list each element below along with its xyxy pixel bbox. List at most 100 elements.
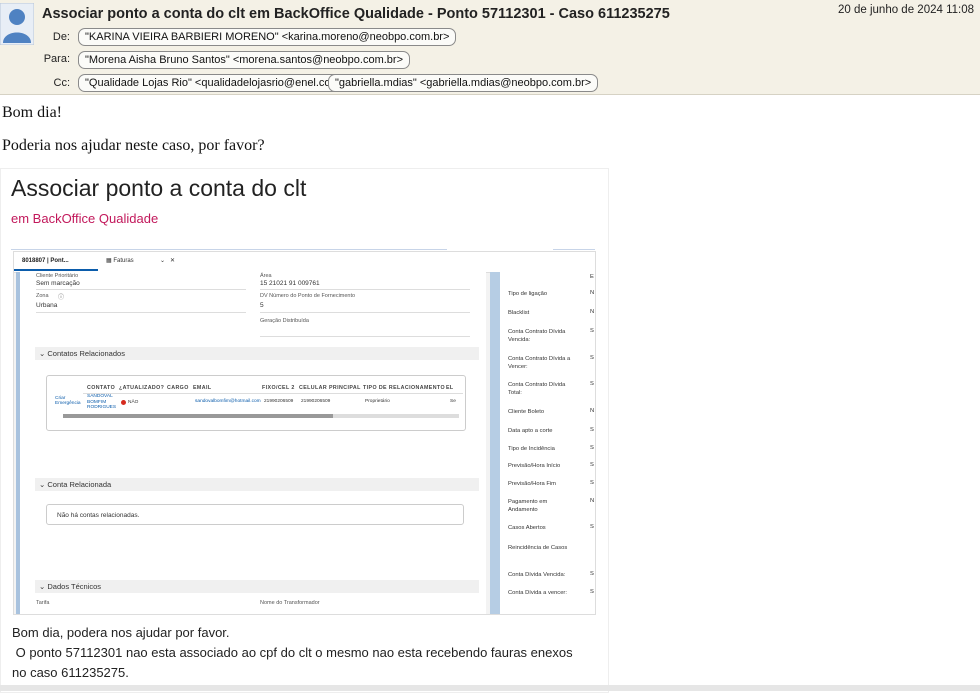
- field-label: Previsão/Hora Fim: [508, 481, 556, 487]
- field-value: S: [590, 381, 594, 387]
- field-value: 5: [260, 302, 264, 309]
- field-label: Tarifa: [36, 600, 50, 606]
- from-address[interactable]: "KARINA VIEIRA BARBIERI MORENO" <karina.…: [78, 28, 457, 46]
- field-value: N: [590, 498, 595, 504]
- updated-value: NÃO: [128, 400, 139, 405]
- divider: [36, 312, 246, 313]
- divider: [260, 312, 470, 313]
- greeting-text: Bom dia!: [2, 104, 62, 121]
- field-value: S: [590, 589, 594, 595]
- divider: [260, 289, 470, 290]
- close-icon[interactable]: ✕: [170, 252, 175, 271]
- no-accounts-message: Não há contas relacionadas.: [46, 504, 464, 525]
- chevron-down-icon: ⌄: [39, 349, 46, 358]
- column-header: TIPO DE RELACIONAMENTO: [363, 385, 445, 391]
- horizontal-scrollbar[interactable]: [63, 414, 459, 418]
- field-value: S: [590, 462, 594, 468]
- divider: [83, 393, 463, 394]
- contact-name-link[interactable]: SANDOVAL BOMFIM RODRIGUES: [87, 394, 121, 411]
- field-value: 15 21021 91 009761: [260, 280, 320, 287]
- info-icon[interactable]: ⓘ: [58, 292, 64, 301]
- from-label: De:: [52, 31, 70, 43]
- section-title: Contatos Relacionados: [47, 349, 125, 358]
- field-value: S: [590, 480, 594, 486]
- column-header: CARGO: [167, 385, 189, 391]
- message-line: no caso 611235275.: [12, 665, 129, 680]
- field-label: Conta Contrato Dívida Total:: [508, 382, 566, 396]
- field-value: S: [590, 445, 594, 451]
- section-title: Dados Técnicos: [47, 582, 102, 591]
- contacts-table: CONTATO ¿ATUALIZADO? CARGO EMAIL FIXO/CE…: [46, 375, 466, 431]
- field-label: Previsão/Hora Início: [508, 463, 561, 469]
- tab-faturas[interactable]: ▦ Faturas ⌄ ✕: [106, 252, 186, 271]
- divider: [553, 249, 595, 250]
- create-emergency-link[interactable]: Criar Emergência: [55, 396, 85, 406]
- field-label: Tipo de ligação: [508, 291, 548, 297]
- field-value: Sem marcação: [36, 280, 80, 287]
- chevron-down-icon[interactable]: ⌄: [160, 252, 165, 271]
- field-value: Urbana: [36, 302, 58, 309]
- cc-address-2[interactable]: "gabriella.mdias" <gabriella.mdias@neobp…: [328, 74, 599, 92]
- column-header: CONTATO: [87, 385, 116, 391]
- field-label: Nome do Transformador: [260, 600, 320, 606]
- request-text: Poderia nos ajudar neste caso, por favor…: [2, 137, 265, 154]
- chevron-down-icon: ⌄: [39, 480, 46, 489]
- chevron-down-icon: ⌄: [39, 582, 46, 591]
- tab-ponto-label: 8018807 | Pont...: [22, 258, 69, 264]
- field-value: S: [590, 524, 594, 530]
- field-value: S: [590, 571, 594, 577]
- column-header: CELULAR PRINCIPAL: [299, 385, 361, 391]
- scrollbar-thumb[interactable]: [63, 414, 333, 418]
- email-header: Associar ponto a conta do clt em BackOff…: [0, 0, 980, 95]
- field-label: Blacklist: [508, 310, 530, 316]
- field-label: Conta Dívida a vencer:: [508, 590, 567, 596]
- field-label: Cliente Boleto: [508, 409, 545, 415]
- field-value: N: [590, 408, 595, 414]
- field-label: Área: [260, 273, 272, 279]
- column-header: EMAIL: [193, 385, 212, 391]
- section-title: Conta Relacionada: [47, 480, 112, 489]
- section-conta-relacionada[interactable]: ⌄ Conta Relacionada: [35, 478, 479, 491]
- cc-label: Cc:: [53, 77, 71, 89]
- message-line: O ponto 57112301 nao esta associado ao c…: [12, 645, 573, 660]
- column-header: FIXO/CEL 2: [262, 385, 295, 391]
- side-info-panel: E Tipo de ligação N Blacklist N Conta Co…: [490, 272, 595, 614]
- relation-value: Proprietário: [365, 399, 390, 404]
- field-label: Conta Dívida Vencida:: [508, 572, 566, 578]
- field-label: Tipo de Incidência: [508, 446, 555, 452]
- to-address[interactable]: "Morena Aisha Bruno Santos" <morena.sant…: [78, 51, 410, 69]
- field-label: Conta Contrato Dívida a Vencer:: [508, 356, 571, 370]
- cc-address-1[interactable]: "Qualidade Lojas Rio" <qualidadelojasrio…: [78, 74, 354, 92]
- field-label: Reincidência de Casos: [508, 545, 568, 551]
- card-subtitle: em BackOffice Qualidade: [11, 211, 159, 226]
- warning-icon: [121, 400, 126, 405]
- field-label: Pagamento em Andamento: [508, 499, 548, 513]
- section-dados-tecnicos[interactable]: ⌄ Dados Técnicos: [35, 580, 479, 593]
- mobile-value: 21990206509: [301, 399, 331, 404]
- field-value: E: [590, 274, 594, 280]
- extra-value: Se: [450, 399, 456, 404]
- divider: [260, 336, 470, 337]
- invoice-icon: ▦: [106, 258, 112, 264]
- field-value: N: [590, 290, 595, 296]
- case-card: Associar ponto a conta do clt em BackOff…: [0, 168, 609, 693]
- field-label: Cliente Prioritário: [36, 273, 79, 279]
- field-label: DV Número do Ponto de Fornecimento: [260, 293, 356, 299]
- field-label: Zona: [36, 293, 49, 299]
- field-label: Conta Contrato Dívida Vencida:: [508, 329, 566, 343]
- section-contatos-relacionados[interactable]: ⌄ Contatos Relacionados: [35, 347, 479, 360]
- tab-ponto[interactable]: 8018807 | Pont...: [14, 252, 98, 271]
- field-value: S: [590, 328, 594, 334]
- to-label: Para:: [43, 53, 70, 65]
- email-link[interactable]: sandovalbomfim@hotmail.com: [195, 399, 261, 404]
- field-label: Geração Distribuída: [260, 318, 309, 324]
- tab-faturas-label: Faturas: [113, 258, 134, 264]
- field-value: S: [590, 355, 594, 361]
- tab-bar: 8018807 | Pont... ▦ Faturas ⌄ ✕: [14, 252, 595, 273]
- contact-avatar-icon: [0, 3, 34, 45]
- divider: [11, 249, 447, 250]
- message-line: Bom dia, podera nos ajudar por favor.: [12, 625, 230, 640]
- card-title: Associar ponto a conta do clt: [11, 175, 307, 201]
- horizontal-scrollbar[interactable]: [0, 685, 980, 691]
- email-subject: Associar ponto a conta do clt em BackOff…: [42, 6, 670, 22]
